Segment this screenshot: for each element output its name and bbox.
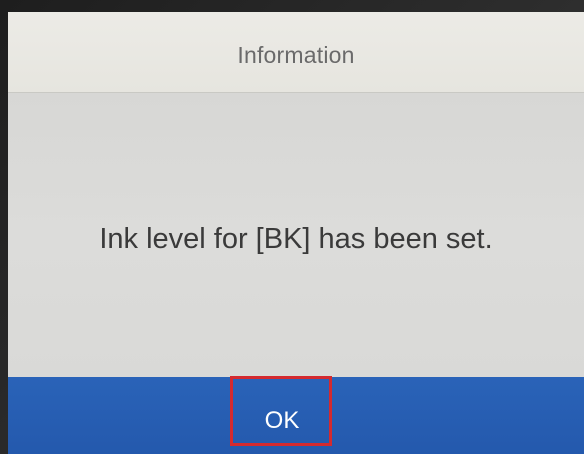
dialog-title-bar: Information: [8, 12, 584, 93]
dialog-button-bar: OK: [8, 377, 584, 454]
dialog-message: Ink level for [BK] has been set.: [99, 222, 493, 255]
dialog-title: Information: [237, 41, 355, 68]
printer-lcd-screen: Information Ink level for [BK] has been …: [0, 0, 584, 454]
dialog-message-area: Ink level for [BK] has been set.: [8, 93, 584, 377]
ok-button[interactable]: OK: [230, 389, 334, 453]
information-dialog: Information Ink level for [BK] has been …: [8, 12, 584, 454]
